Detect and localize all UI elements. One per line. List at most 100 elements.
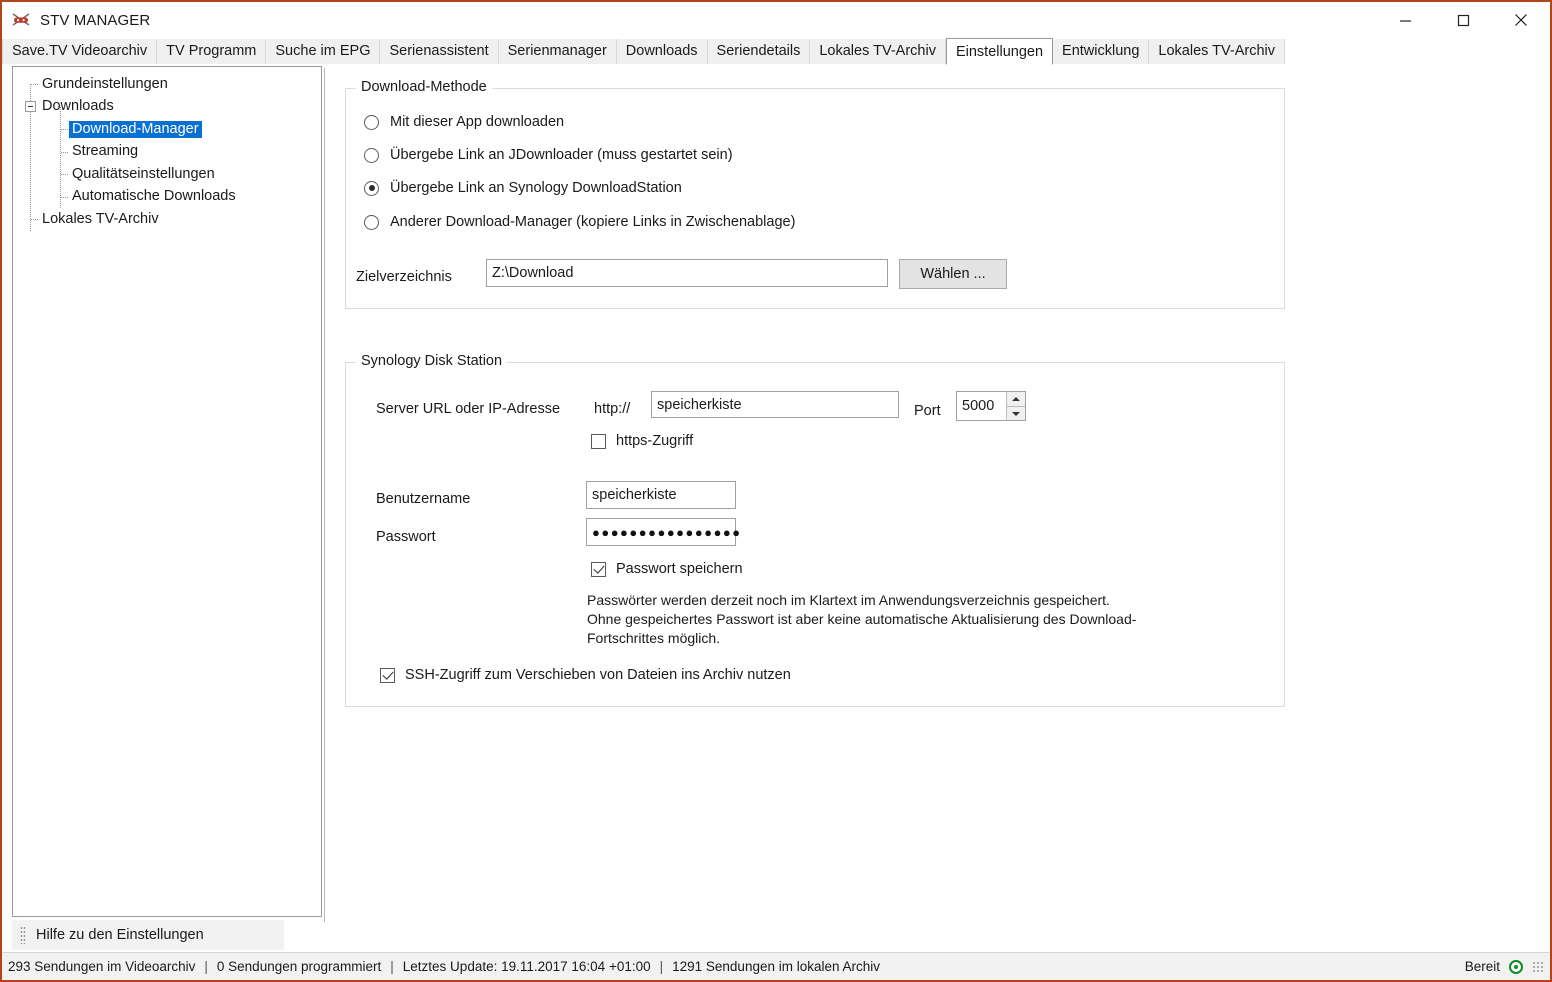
download-method-group-title: Download-Methode bbox=[356, 79, 492, 95]
minimize-button[interactable] bbox=[1376, 2, 1434, 38]
checkbox-icon[interactable] bbox=[591, 562, 606, 577]
status-videoarchiv-count: 293 Sendungen im Videoarchiv bbox=[8, 959, 195, 974]
stepper-down-icon[interactable] bbox=[1007, 406, 1025, 420]
radio-jdownloader[interactable]: Übergebe Link an JDownloader (muss gesta… bbox=[364, 147, 733, 163]
tab-entwicklung[interactable]: Entwicklung bbox=[1053, 39, 1149, 64]
status-last-update: Letztes Update: 19.11.2017 16:04 +01:00 bbox=[403, 959, 651, 974]
tree-item-automatische-downloads[interactable]: Automatische Downloads bbox=[17, 186, 317, 209]
window-controls bbox=[1376, 2, 1550, 38]
username-label: Benutzername bbox=[376, 491, 470, 507]
port-label: Port bbox=[914, 403, 941, 419]
tab-downloads[interactable]: Downloads bbox=[617, 39, 708, 64]
tab-save-tv-videoarchiv[interactable]: Save.TV Videoarchiv bbox=[2, 39, 157, 64]
radio-icon[interactable] bbox=[364, 181, 379, 196]
settings-detail-pane: Download-Methode Mit dieser App download… bbox=[325, 64, 1550, 952]
username-input[interactable]: speicherkiste bbox=[586, 481, 736, 509]
radio-label: Übergebe Link an JDownloader (muss gesta… bbox=[390, 147, 733, 163]
password-input[interactable]: ●●●●●●●●●●●●●●●● bbox=[586, 518, 736, 546]
radio-anderer-download-manager[interactable]: Anderer Download-Manager (kopiere Links … bbox=[364, 214, 795, 230]
checkbox-icon[interactable] bbox=[591, 434, 606, 449]
https-access-label: https-Zugriff bbox=[616, 433, 693, 449]
password-note-line-2: Ohne gespeichertes Passwort ist aber kei… bbox=[587, 610, 1136, 629]
tree-guide-dash bbox=[61, 129, 69, 130]
tree-item-qualitaetseinstellungen[interactable]: Qualitätseinstellungen bbox=[17, 163, 317, 186]
tree-item-label: Download-Manager bbox=[69, 121, 202, 139]
port-stepper[interactable]: 5000 bbox=[956, 391, 1026, 421]
status-bar-right: Bereit bbox=[1465, 959, 1544, 974]
close-button[interactable] bbox=[1492, 2, 1550, 38]
radio-icon[interactable] bbox=[364, 148, 379, 163]
tab-serienassistent[interactable]: Serienassistent bbox=[380, 39, 498, 64]
status-ready-label: Bereit bbox=[1465, 959, 1500, 974]
tree-item-label: Downloads bbox=[39, 98, 117, 116]
tree-item-lokales-tv-archiv[interactable]: Lokales TV-Archiv bbox=[17, 208, 317, 231]
tab-lokales-tv-archiv-2[interactable]: Lokales TV-Archiv bbox=[1149, 39, 1285, 64]
settings-tree[interactable]: Grundeinstellungen Downloads Download-Ma… bbox=[12, 66, 322, 917]
radio-icon[interactable] bbox=[364, 215, 379, 230]
download-method-group: Download-Methode Mit dieser App download… bbox=[345, 88, 1285, 309]
radio-label: Anderer Download-Manager (kopiere Links … bbox=[390, 214, 795, 230]
tree-expander-icon[interactable] bbox=[25, 101, 36, 112]
window-title: STV MANAGER bbox=[40, 12, 150, 29]
tree-guide-dash bbox=[31, 84, 39, 85]
tab-serienmanager[interactable]: Serienmanager bbox=[499, 39, 617, 64]
status-led-icon bbox=[1509, 960, 1523, 974]
radio-label: Mit dieser App downloaden bbox=[390, 114, 564, 130]
tree-guide-dash bbox=[31, 219, 39, 220]
synology-group-title: Synology Disk Station bbox=[356, 353, 507, 369]
https-access-checkbox-row[interactable]: https-Zugriff bbox=[591, 433, 693, 449]
target-directory-label: Zielverzeichnis bbox=[356, 269, 452, 285]
ssh-access-label: SSH-Zugriff zum Verschieben von Dateien … bbox=[405, 667, 791, 683]
password-label: Passwort bbox=[376, 529, 436, 545]
ssh-access-checkbox-row[interactable]: SSH-Zugriff zum Verschieben von Dateien … bbox=[380, 667, 791, 683]
tree-item-label: Streaming bbox=[69, 143, 141, 161]
tree-guide-dash bbox=[61, 197, 69, 198]
radio-label: Übergebe Link an Synology DownloadStatio… bbox=[390, 180, 682, 196]
server-url-input[interactable]: speicherkiste bbox=[651, 391, 899, 418]
tab-lokales-tv-archiv[interactable]: Lokales TV-Archiv bbox=[810, 39, 946, 64]
settings-navigation-pane: Grundeinstellungen Downloads Download-Ma… bbox=[2, 64, 324, 952]
tree-item-label: Automatische Downloads bbox=[69, 188, 239, 206]
radio-icon[interactable] bbox=[364, 115, 379, 130]
tab-suche-im-epg[interactable]: Suche im EPG bbox=[266, 39, 380, 64]
tab-tv-programm[interactable]: TV Programm bbox=[157, 39, 266, 64]
password-note-line-3: Fortschrittes möglich. bbox=[587, 629, 720, 648]
status-bar-left: 293 Sendungen im Videoarchiv | 0 Sendung… bbox=[8, 959, 880, 974]
tree-item-streaming[interactable]: Streaming bbox=[17, 141, 317, 164]
swiss-army-knife-icon bbox=[10, 9, 32, 31]
port-value[interactable]: 5000 bbox=[957, 392, 1006, 420]
status-programmed-count: 0 Sendungen programmiert bbox=[217, 959, 381, 974]
tab-einstellungen[interactable]: Einstellungen bbox=[946, 38, 1053, 65]
tree-item-label: Qualitätseinstellungen bbox=[69, 166, 218, 184]
scheme-label: http:// bbox=[594, 401, 630, 417]
grip-dots-icon bbox=[20, 926, 26, 944]
save-password-label: Passwort speichern bbox=[616, 561, 743, 577]
radio-mit-dieser-app[interactable]: Mit dieser App downloaden bbox=[364, 114, 564, 130]
status-separator: | bbox=[381, 959, 403, 974]
synology-disk-station-group: Synology Disk Station Server URL oder IP… bbox=[345, 362, 1285, 707]
server-url-label: Server URL oder IP-Adresse bbox=[376, 401, 560, 417]
stepper-up-icon[interactable] bbox=[1007, 392, 1025, 406]
password-masked-value: ●●●●●●●●●●●●●●●● bbox=[592, 525, 742, 540]
checkbox-icon[interactable] bbox=[380, 668, 395, 683]
resize-grip-icon[interactable] bbox=[1532, 961, 1544, 973]
main-tab-bar[interactable]: Save.TV Videoarchiv TV Programm Suche im… bbox=[2, 38, 1550, 64]
tree-guide-dash bbox=[61, 152, 69, 153]
save-password-checkbox-row[interactable]: Passwort speichern bbox=[591, 561, 743, 577]
tree-guide-dash bbox=[61, 174, 69, 175]
radio-synology-downloadstation[interactable]: Übergebe Link an Synology DownloadStatio… bbox=[364, 180, 682, 196]
maximize-button[interactable] bbox=[1434, 2, 1492, 38]
tree-item-grundeinstellungen[interactable]: Grundeinstellungen bbox=[17, 73, 317, 96]
port-stepper-buttons[interactable] bbox=[1006, 392, 1025, 420]
browse-button[interactable]: Wählen ... bbox=[899, 259, 1007, 289]
help-bar[interactable]: Hilfe zu den Einstellungen bbox=[12, 920, 284, 950]
tab-seriendetails[interactable]: Seriendetails bbox=[708, 39, 811, 64]
tree-item-downloads[interactable]: Downloads bbox=[17, 96, 317, 119]
tree-item-label: Lokales TV-Archiv bbox=[39, 211, 162, 229]
status-bar: 293 Sendungen im Videoarchiv | 0 Sendung… bbox=[2, 952, 1550, 980]
help-bar-label: Hilfe zu den Einstellungen bbox=[36, 927, 204, 943]
content-area: Grundeinstellungen Downloads Download-Ma… bbox=[2, 64, 1550, 952]
tree-item-download-manager[interactable]: Download-Manager bbox=[17, 118, 317, 141]
target-directory-input[interactable]: Z:\Download bbox=[486, 259, 888, 287]
title-bar: STV MANAGER bbox=[2, 2, 1550, 38]
